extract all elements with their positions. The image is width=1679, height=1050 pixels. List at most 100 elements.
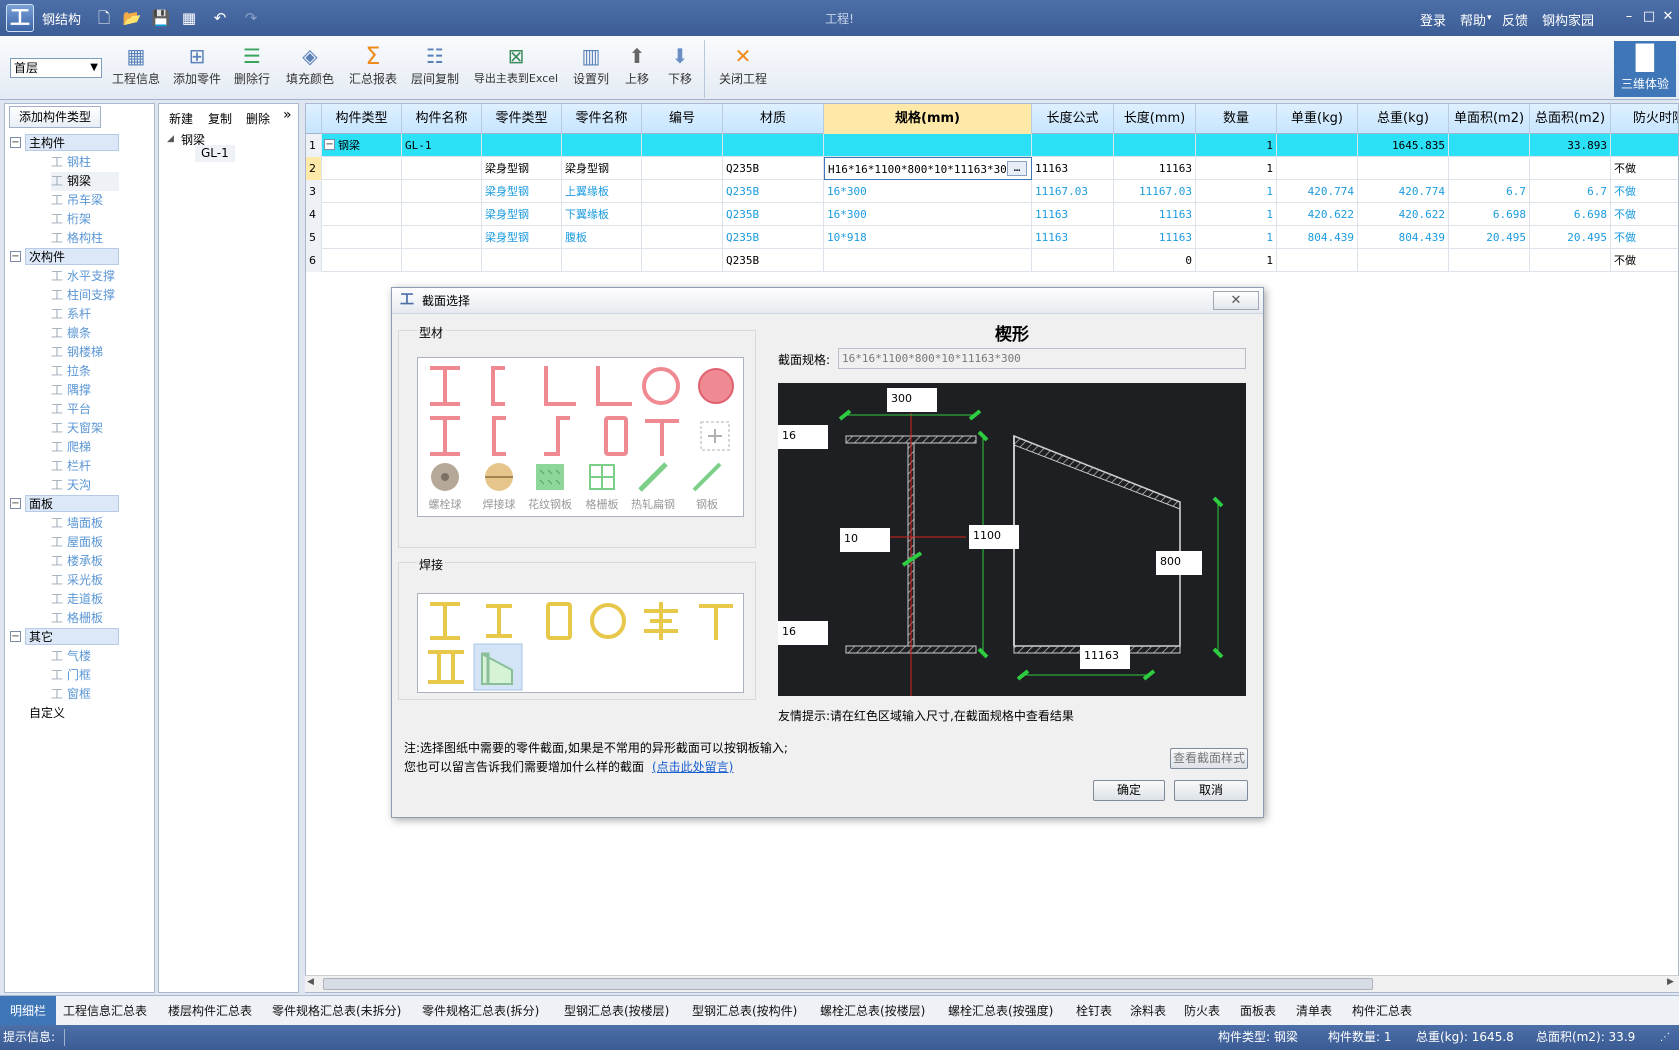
- maximize-icon[interactable]: □: [1640, 8, 1658, 26]
- weld-ball-icon[interactable]: [485, 463, 513, 491]
- scroll-left-icon[interactable]: ◀: [307, 977, 314, 987]
- col-header[interactable]: 材质: [723, 104, 824, 134]
- cell-uw[interactable]: 420.622: [1277, 203, 1358, 226]
- report-tab[interactable]: 零件规格汇总表(拆分): [412, 996, 549, 1026]
- table-row[interactable]: 5 梁身型钢 腹板 Q235B 10*918 11163 11163 1 804.439 804.…: [306, 226, 1678, 249]
- table-row[interactable]: 1 钢梁 − GL-1 1 1645.835 33.893: [306, 134, 1678, 157]
- tree-item[interactable]: 工走道板: [51, 590, 103, 609]
- cell-ptype[interactable]: 梁身型钢: [482, 180, 562, 203]
- table-row[interactable]: 6 Q235B 0 1 不做: [306, 249, 1678, 272]
- cell-name[interactable]: [402, 180, 482, 203]
- project-info-button[interactable]: ▦ 工程信息: [110, 42, 162, 98]
- help-menu[interactable]: 帮助: [1460, 10, 1486, 29]
- unequal-angle-icon[interactable]: [596, 366, 632, 406]
- tree-item[interactable]: 工系杆: [51, 305, 91, 324]
- collapse-icon[interactable]: −: [10, 631, 21, 642]
- cell-formula[interactable]: 11163: [1032, 157, 1114, 180]
- tree-group-label[interactable]: 面板: [25, 495, 119, 512]
- cell-fire[interactable]: 不做: [1611, 226, 1678, 249]
- move-down-button[interactable]: ⬇ 下移: [663, 42, 697, 98]
- cell-qty[interactable]: 1: [1196, 249, 1277, 272]
- cell-ta[interactable]: 6.7: [1530, 180, 1611, 203]
- cell-no[interactable]: [642, 249, 723, 272]
- cell-len[interactable]: 11167.03: [1114, 180, 1196, 203]
- login-link[interactable]: 登录: [1420, 10, 1446, 29]
- tree-item[interactable]: 工钢柱: [51, 153, 91, 172]
- cancel-button[interactable]: 取消: [1174, 780, 1248, 801]
- collapse-icon[interactable]: −: [324, 139, 335, 150]
- report-tab[interactable]: 面板表: [1230, 996, 1286, 1026]
- cell-tw[interactable]: 804.439: [1358, 226, 1449, 249]
- tree-group-label[interactable]: 次构件: [25, 248, 119, 265]
- collapse-icon[interactable]: −: [10, 498, 21, 509]
- cell-no[interactable]: [642, 134, 723, 157]
- channel-icon[interactable]: [491, 366, 505, 406]
- cell-type[interactable]: [322, 203, 402, 226]
- leave-message-link[interactable]: (点击此处留言): [652, 758, 733, 775]
- add-custom-section-icon[interactable]: [700, 421, 730, 451]
- cell-len[interactable]: 0: [1114, 249, 1196, 272]
- cell-fire[interactable]: 不做: [1611, 180, 1678, 203]
- cell-pname[interactable]: 腹板: [562, 226, 642, 249]
- cell-pname[interactable]: 上翼缘板: [562, 180, 642, 203]
- report-tab[interactable]: 零件规格汇总表(未拆分): [262, 996, 411, 1026]
- cell-pname[interactable]: [562, 134, 642, 157]
- cell-ua[interactable]: [1449, 157, 1530, 180]
- cell-ptype[interactable]: 梁身型钢: [482, 157, 562, 180]
- resize-grip-icon[interactable]: ⋰: [1660, 1025, 1670, 1050]
- cell-fire[interactable]: 不做: [1611, 203, 1678, 226]
- cell-type[interactable]: [322, 157, 402, 180]
- report-tab[interactable]: 明细栏: [0, 996, 57, 1026]
- cell-tw[interactable]: 420.622: [1358, 203, 1449, 226]
- col-header[interactable]: 长度公式: [1032, 104, 1114, 134]
- cell-ta[interactable]: 33.893: [1530, 134, 1611, 157]
- tree-item[interactable]: 工吊车梁: [51, 191, 103, 210]
- dialog-close-button[interactable]: ✕: [1213, 291, 1259, 310]
- dim-bottom-flange-input[interactable]: 16: [778, 621, 828, 645]
- tree-group-label[interactable]: 其它: [25, 628, 119, 645]
- cell-n[interactable]: 6: [306, 249, 322, 272]
- copy-button[interactable]: 复制: [208, 110, 232, 127]
- report-tab[interactable]: 型钢汇总表(按构件): [682, 996, 807, 1026]
- dim-height-input[interactable]: 1100: [969, 525, 1019, 549]
- report-tab[interactable]: 涂料表: [1120, 996, 1176, 1026]
- cell-mat[interactable]: Q235B: [723, 157, 824, 180]
- cell-formula[interactable]: 11163: [1032, 203, 1114, 226]
- set-columns-button[interactable]: ▥ 设置列: [570, 42, 612, 98]
- cell-formula[interactable]: 11163: [1032, 226, 1114, 249]
- welded-h-beam-narrow-icon[interactable]: [486, 604, 512, 638]
- cell-mat[interactable]: Q235B: [723, 226, 824, 249]
- cell-no[interactable]: [642, 226, 723, 249]
- tree-item[interactable]: 工水平支撑: [51, 267, 115, 286]
- tree-item[interactable]: 工墙面板: [51, 514, 103, 533]
- ok-button[interactable]: 确定: [1093, 780, 1165, 801]
- bolt-ball-icon[interactable]: [431, 463, 459, 491]
- tree-item[interactable]: 工钢梁: [51, 172, 119, 191]
- cell-qty[interactable]: 1: [1196, 203, 1277, 226]
- cell-ta[interactable]: [1530, 249, 1611, 272]
- cell-mat[interactable]: Q235B: [723, 249, 824, 272]
- welded-pipe-icon[interactable]: [590, 603, 626, 639]
- horizontal-scrollbar[interactable]: ◀ ▶: [305, 975, 1679, 992]
- cell-formula[interactable]: [1032, 249, 1114, 272]
- cell-pname[interactable]: [562, 249, 642, 272]
- cell-tw[interactable]: 1645.835: [1358, 134, 1449, 157]
- cell-len[interactable]: 11163: [1114, 203, 1196, 226]
- delete-button[interactable]: 删除: [246, 110, 270, 127]
- cell-ta[interactable]: [1530, 157, 1611, 180]
- close-window-icon[interactable]: ✕: [1659, 8, 1677, 26]
- tree-item[interactable]: 工柱间支撑: [51, 286, 115, 305]
- tree-item[interactable]: 工门框: [51, 666, 91, 685]
- welded-box-icon[interactable]: [546, 602, 572, 640]
- cell-name[interactable]: [402, 249, 482, 272]
- cell-ptype[interactable]: 梁身型钢: [482, 203, 562, 226]
- dim-top-width-input[interactable]: 300: [887, 388, 937, 412]
- cell-no[interactable]: [642, 203, 723, 226]
- cell-no[interactable]: [642, 180, 723, 203]
- report-tab[interactable]: 构件汇总表: [1342, 996, 1422, 1026]
- col-header[interactable]: 零件名称: [562, 104, 642, 134]
- cell-fire[interactable]: 不做: [1611, 249, 1678, 272]
- cell-uw[interactable]: [1277, 249, 1358, 272]
- cell-no[interactable]: [642, 157, 723, 180]
- tree-item[interactable]: 工屋面板: [51, 533, 103, 552]
